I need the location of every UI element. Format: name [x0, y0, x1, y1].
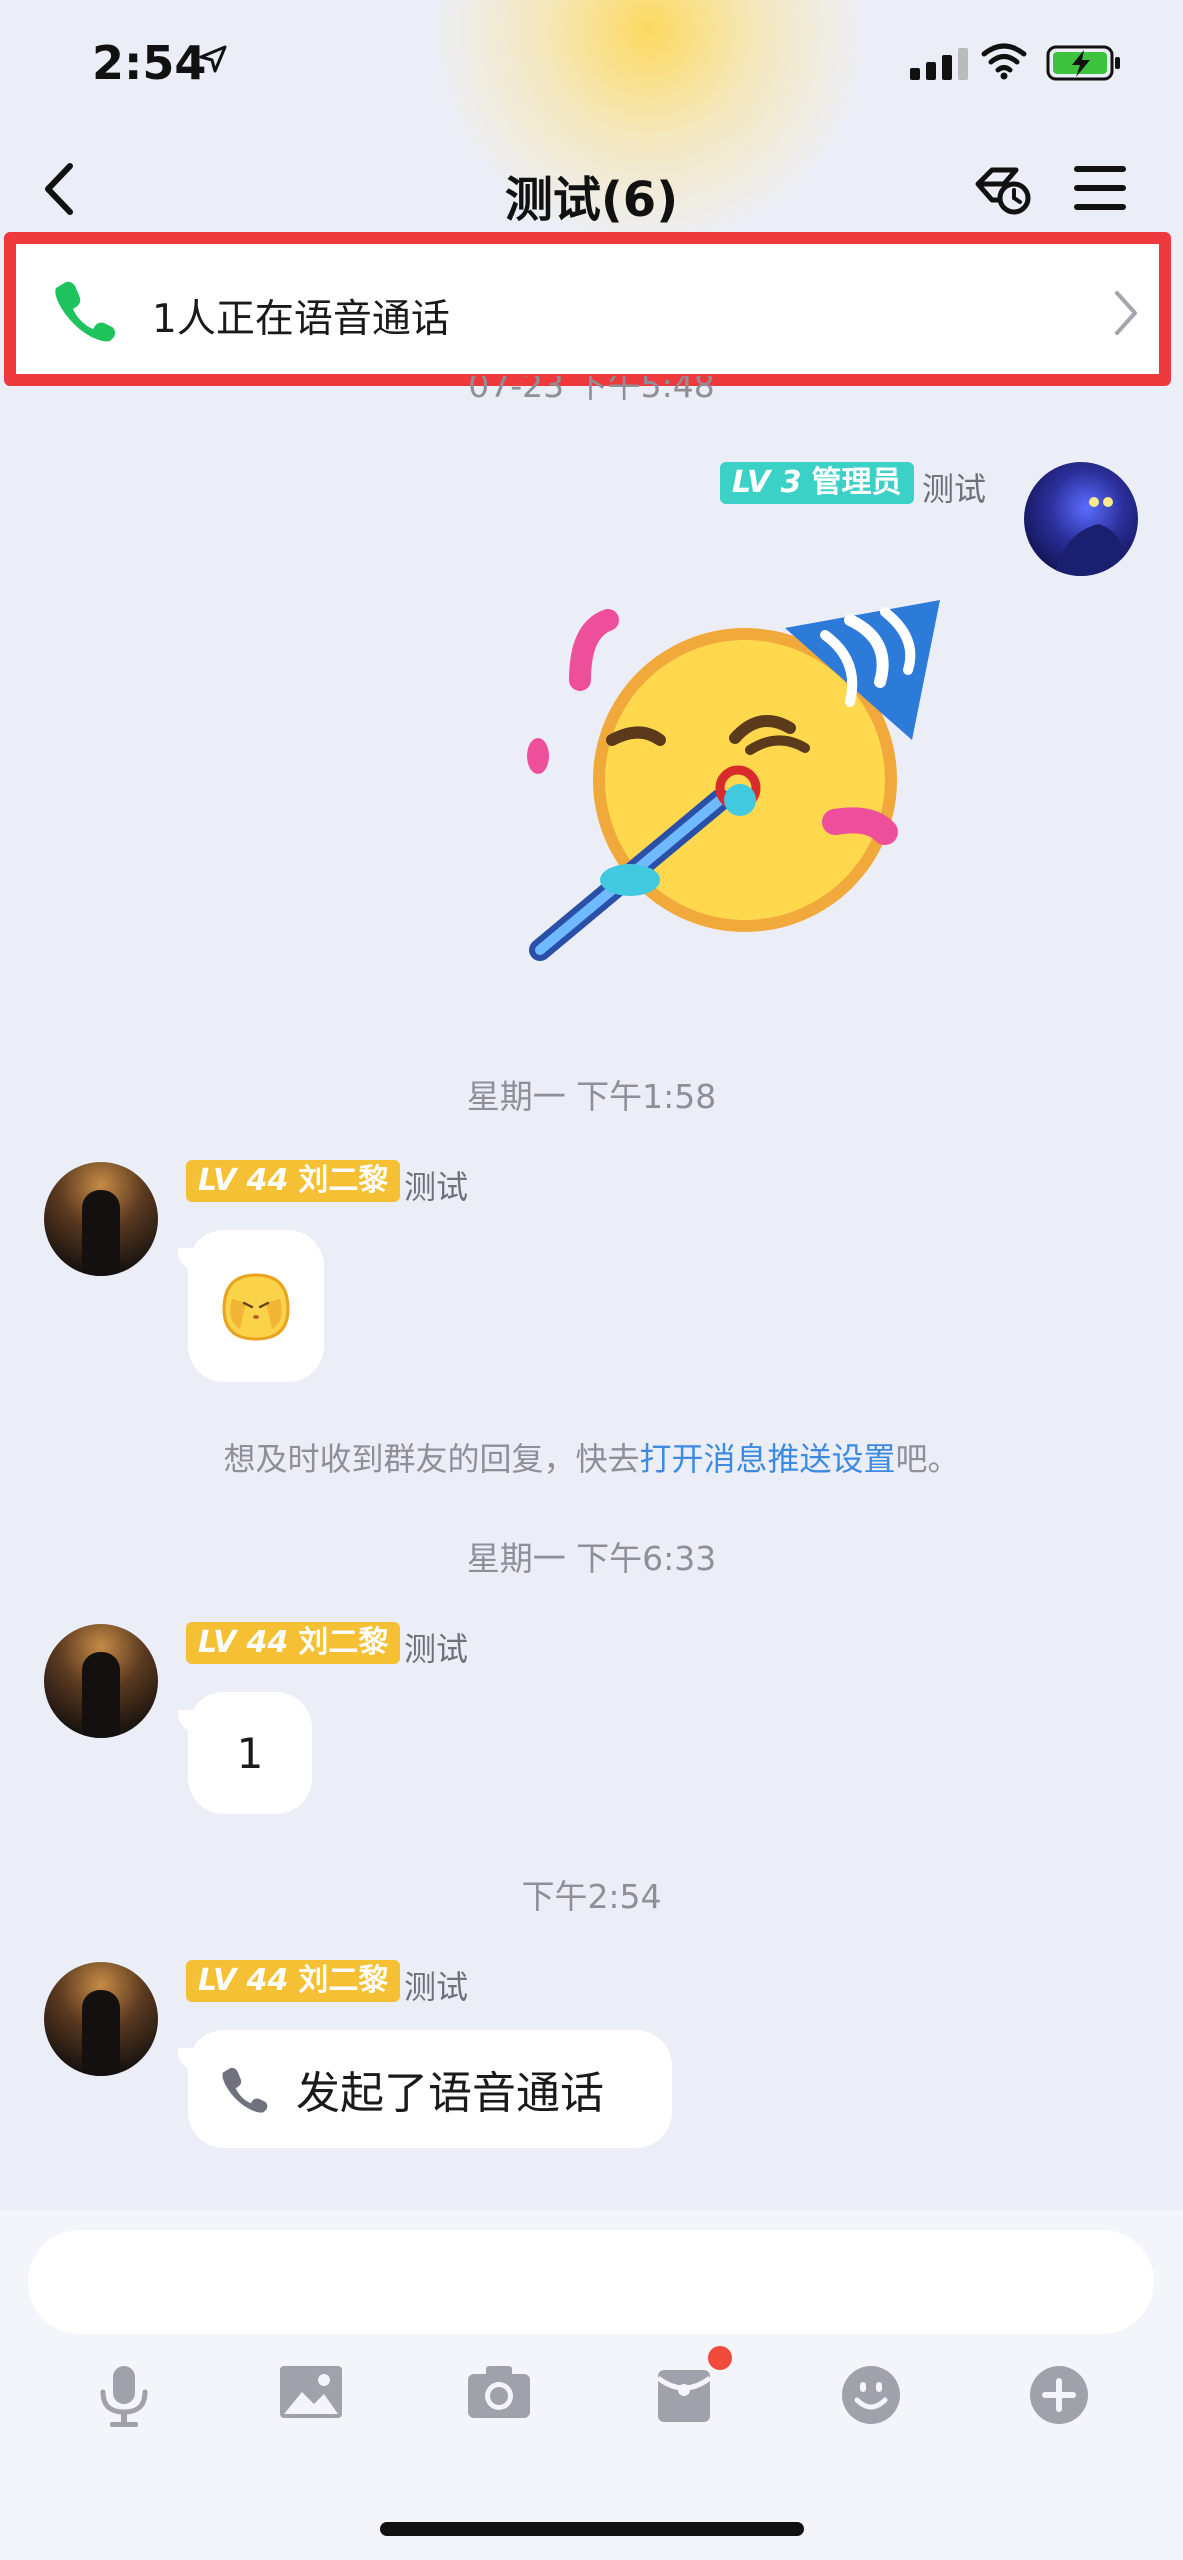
phone-icon	[222, 2067, 268, 2113]
sender-name: 测试	[922, 470, 987, 508]
member-level-badge: LV 44 刘二黎	[186, 1622, 401, 1664]
party-sticker[interactable]	[520, 590, 950, 970]
avatar[interactable]	[44, 1962, 158, 2076]
plus-icon[interactable]	[1028, 2364, 1090, 2426]
status-time: 2:54	[92, 36, 207, 90]
voice-call-message-bubble[interactable]: 发起了语音通话	[178, 2030, 672, 2148]
member-level-badge: LV 44 刘二黎	[186, 1160, 401, 1202]
shy-face-icon	[222, 1273, 290, 1341]
open-push-settings-link[interactable]: 打开消息推送设置	[639, 1440, 895, 1478]
member-level-badge: LV 44 刘二黎	[186, 1960, 401, 2002]
chevron-right-icon	[1115, 291, 1137, 335]
home-indicator	[380, 2522, 804, 2536]
avatar[interactable]	[1024, 462, 1138, 576]
emoji-message-bubble[interactable]	[178, 1230, 324, 1382]
image-icon[interactable]	[278, 2364, 344, 2420]
sender-name: 测试	[404, 1168, 469, 1206]
text-message-bubble[interactable]: 1	[178, 1692, 312, 1814]
sender-name: 测试	[404, 1630, 469, 1668]
timestamp: 07-23 下午5:48	[468, 376, 715, 405]
emoji-icon[interactable]	[840, 2364, 902, 2426]
voice-call-banner-text: 1人正在语音通话	[152, 297, 450, 342]
avatar[interactable]	[44, 1624, 158, 1738]
red-packet-icon[interactable]	[654, 2364, 714, 2424]
menu-icon[interactable]	[1072, 162, 1128, 214]
avatar[interactable]	[44, 1162, 158, 1276]
wifi-icon	[981, 43, 1027, 80]
message-text: 发起了语音通话	[296, 2068, 604, 2119]
microphone-icon[interactable]	[96, 2364, 152, 2428]
group-shortcut-icon[interactable]	[968, 158, 1040, 222]
sender-name: 测试	[404, 1968, 469, 2006]
notification-dot	[708, 2346, 732, 2370]
admin-level-badge: LV 3 管理员	[720, 462, 914, 504]
cellular-signal-icon	[910, 48, 968, 80]
timestamp: 星期一 下午6:33	[466, 1539, 717, 1578]
camera-icon[interactable]	[466, 2364, 532, 2420]
message-input[interactable]	[28, 2230, 1154, 2334]
location-arrow-icon	[199, 45, 227, 73]
voice-call-banner[interactable]: 1人正在语音通话	[4, 232, 1171, 386]
timestamp: 星期一 下午1:58	[466, 1077, 717, 1116]
message-text: 1	[236, 1728, 264, 1778]
phone-icon	[55, 281, 116, 342]
timestamp: 下午2:54	[521, 1877, 662, 1916]
push-notification-notice: 想及时收到群友的回复，快去打开消息推送设置吧。	[223, 1440, 960, 1478]
battery-charging-icon	[1046, 45, 1120, 81]
